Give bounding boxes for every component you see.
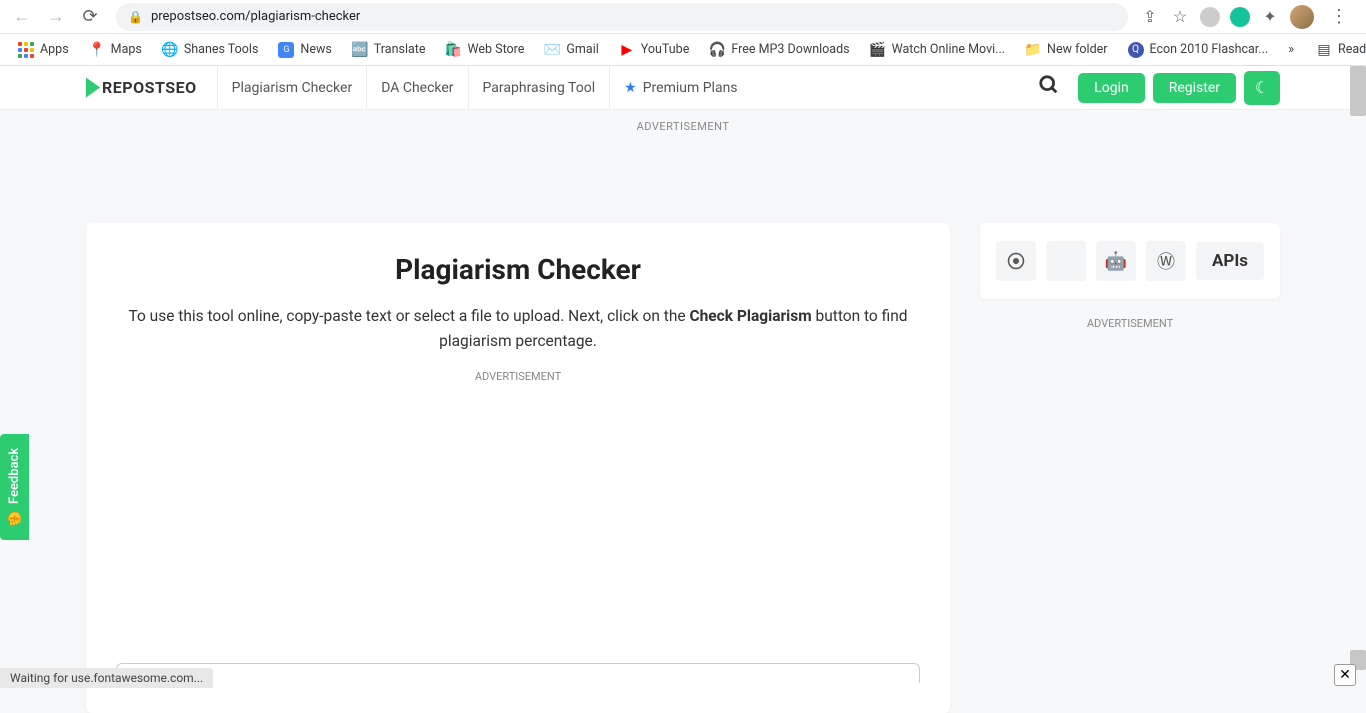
nav-plagiarism-checker[interactable]: Plagiarism Checker xyxy=(217,66,367,110)
bookmarks-overflow[interactable]: » xyxy=(1280,38,1302,61)
browser-toolbar: ← → ⟳ 🔒 prepostseo.com/plagiarism-checke… xyxy=(0,0,1366,34)
extension-1-icon[interactable] xyxy=(1200,7,1220,27)
bookmark-label: Gmail xyxy=(566,42,598,57)
ad-label-inner: ADVERTISEMENT xyxy=(106,370,930,383)
bookmark-maps[interactable]: 📍 Maps xyxy=(81,38,150,62)
news-icon: G xyxy=(278,42,294,58)
star-icon[interactable]: ☆ xyxy=(1170,7,1190,27)
bookmark-label: Translate xyxy=(374,42,426,57)
nav-premium-plans[interactable]: ★Premium Plans xyxy=(609,66,751,110)
ad-label-side: ADVERTISEMENT xyxy=(980,317,1280,330)
lock-icon: 🔒 xyxy=(128,10,143,24)
platforms-card: 🤖 Ⓦ APIs xyxy=(980,223,1280,299)
bookmark-label: Free MP3 Downloads xyxy=(731,42,849,57)
bookmark-label: News xyxy=(300,42,331,57)
bookmark-label: Apps xyxy=(40,42,69,57)
chrome-menu-icon[interactable]: ⋮ xyxy=(1324,6,1354,27)
bookmark-new-folder[interactable]: 📁 New folder xyxy=(1017,38,1115,62)
main-card: Plagiarism Checker To use this tool onli… xyxy=(86,223,950,713)
scrollbar[interactable] xyxy=(1350,66,1366,116)
android-icon[interactable]: 🤖 xyxy=(1096,241,1136,281)
bookmark-news[interactable]: G News xyxy=(270,38,339,62)
text-input-area[interactable] xyxy=(116,663,920,683)
bookmark-label: Watch Online Movi... xyxy=(892,42,1005,57)
bookmark-translate[interactable]: 🔤 Translate xyxy=(344,38,434,62)
youtube-icon: ▶ xyxy=(619,42,635,58)
nav-paraphrasing-tool[interactable]: Paraphrasing Tool xyxy=(468,66,610,110)
site-nav-right: Login Register ☾ xyxy=(1028,71,1280,105)
reading-list-label: Reading list xyxy=(1338,42,1366,57)
bookmark-mp3[interactable]: 🎧 Free MP3 Downloads xyxy=(701,38,857,62)
apis-button[interactable]: APIs xyxy=(1196,242,1264,280)
translate-icon: 🔤 xyxy=(352,42,368,58)
quizlet-icon: Q xyxy=(1128,42,1144,58)
chrome-icon[interactable] xyxy=(996,241,1036,281)
bookmark-shanes-tools[interactable]: 🌐 Shanes Tools xyxy=(154,38,267,62)
bookmark-label: Web Store xyxy=(468,42,525,57)
sidebar: 🤖 Ⓦ APIs ADVERTISEMENT xyxy=(980,223,1280,713)
logo-text: REPOSTSEO xyxy=(102,78,197,97)
reading-list[interactable]: ▤ Reading list xyxy=(1308,38,1366,62)
bookmark-label: New folder xyxy=(1047,42,1107,57)
ad-label-top: ADVERTISEMENT xyxy=(0,110,1366,143)
reading-list-icon: ▤ xyxy=(1316,42,1332,58)
site-nav: REPOSTSEO Plagiarism Checker DA Checker … xyxy=(0,66,1366,110)
forward-button[interactable]: → xyxy=(42,3,70,31)
login-button[interactable]: Login xyxy=(1078,73,1145,103)
profile-avatar[interactable] xyxy=(1290,5,1314,29)
apple-icon[interactable] xyxy=(1046,241,1086,281)
site-links: Plagiarism Checker DA Checker Paraphrasi… xyxy=(217,66,752,110)
bookmark-label: YouTube xyxy=(641,42,690,57)
bookmark-web-store[interactable]: 🛍️ Web Store xyxy=(438,38,533,62)
headphones-icon: 🎧 xyxy=(709,42,725,58)
bookmark-econ[interactable]: Q Econ 2010 Flashcar... xyxy=(1120,38,1277,62)
bookmark-label: Maps xyxy=(111,42,142,57)
back-button[interactable]: ← xyxy=(8,3,36,31)
apps-icon xyxy=(18,42,34,58)
logo-icon xyxy=(86,78,100,98)
search-icon[interactable] xyxy=(1028,74,1070,102)
toolbar-right: ⇪ ☆ ✦ ⋮ xyxy=(1140,5,1358,29)
page-description: To use this tool online, copy-paste text… xyxy=(106,304,930,354)
status-bar: Waiting for use.fontawesome.com... xyxy=(0,668,213,688)
bookmark-label: Econ 2010 Flashcar... xyxy=(1150,42,1269,57)
bookmark-label: Shanes Tools xyxy=(184,42,259,57)
close-ad-button[interactable]: ✕ xyxy=(1334,664,1356,686)
bookmark-movies[interactable]: 🎬 Watch Online Movi... xyxy=(862,38,1013,62)
feedback-icon: ✊ xyxy=(7,510,22,526)
grammarly-icon[interactable] xyxy=(1230,7,1250,27)
bookmark-youtube[interactable]: ▶ YouTube xyxy=(611,38,698,62)
feedback-tab[interactable]: ✊ Feedback xyxy=(0,434,29,540)
bookmarks-bar: Apps 📍 Maps 🌐 Shanes Tools G News 🔤 Translat… xyxy=(0,34,1366,66)
moon-icon: ☾ xyxy=(1255,78,1269,97)
extensions-icon[interactable]: ✦ xyxy=(1260,7,1280,27)
movie-icon: 🎬 xyxy=(870,42,886,58)
page-title: Plagiarism Checker xyxy=(106,253,930,286)
wordpress-icon[interactable]: Ⓦ xyxy=(1146,241,1186,281)
webstore-icon: 🛍️ xyxy=(446,42,462,58)
register-button[interactable]: Register xyxy=(1153,73,1236,103)
bookmark-apps[interactable]: Apps xyxy=(10,38,77,62)
reload-button[interactable]: ⟳ xyxy=(76,3,104,31)
page-body: REPOSTSEO Plagiarism Checker DA Checker … xyxy=(0,66,1366,713)
feedback-label: Feedback xyxy=(7,448,22,504)
folder-icon: 📁 xyxy=(1025,42,1041,58)
maps-icon: 📍 xyxy=(89,42,105,58)
globe-icon: 🌐 xyxy=(162,42,178,58)
dark-mode-toggle[interactable]: ☾ xyxy=(1244,71,1280,105)
site-logo[interactable]: REPOSTSEO xyxy=(86,78,197,98)
gmail-icon: ✉️ xyxy=(544,42,560,58)
star-icon: ★ xyxy=(624,80,637,96)
share-icon[interactable]: ⇪ xyxy=(1140,7,1160,27)
bookmark-gmail[interactable]: ✉️ Gmail xyxy=(536,38,606,62)
nav-da-checker[interactable]: DA Checker xyxy=(366,66,467,110)
content-wrap: Plagiarism Checker To use this tool onli… xyxy=(0,223,1366,713)
address-bar[interactable]: 🔒 prepostseo.com/plagiarism-checker xyxy=(116,3,1128,31)
url-text: prepostseo.com/plagiarism-checker xyxy=(151,9,360,24)
